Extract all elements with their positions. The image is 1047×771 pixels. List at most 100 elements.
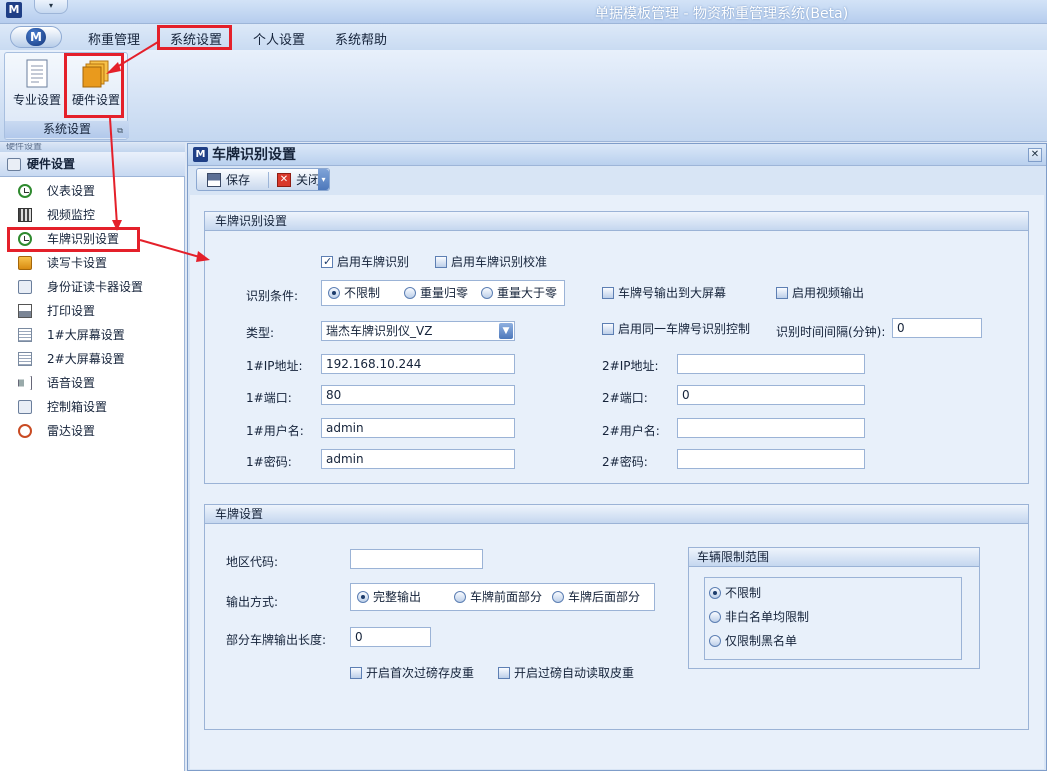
- limit-radio-blacklist[interactable]: 仅限制黑名单: [709, 635, 797, 648]
- first-tare-label: 开启首次过磅存皮重: [366, 666, 475, 680]
- dialog-title-bar: M 车牌识别设置 ✕: [188, 144, 1046, 166]
- same-plate-checkbox[interactable]: 启用同一车牌号识别控制: [602, 323, 750, 336]
- limit-radio-whitelist[interactable]: 非白名单均限制: [709, 611, 809, 624]
- interval-input[interactable]: [892, 318, 982, 338]
- radio-selected: [357, 591, 369, 603]
- condition-label-1: 重量归零: [420, 286, 469, 300]
- port2-label: 2#端口:: [602, 391, 648, 405]
- enable-calibration-checkbox[interactable]: 启用车牌识别校准: [435, 256, 547, 269]
- sidebar-item-voice[interactable]: 语音设置: [0, 372, 185, 394]
- sidebar-item-id-reader[interactable]: 身份证读卡器设置: [0, 276, 185, 298]
- checkbox-unchecked: [435, 256, 447, 268]
- sidebar-header: 硬件设置: [0, 152, 185, 177]
- menu-weighing[interactable]: 称重管理: [88, 29, 140, 48]
- output-radio-back[interactable]: 车牌后面部分: [552, 591, 640, 604]
- type-label: 类型:: [246, 326, 275, 340]
- ip2-input[interactable]: [677, 354, 865, 374]
- user2-input[interactable]: [677, 418, 865, 438]
- radio-unselected: [481, 287, 493, 299]
- sidebar-item-video[interactable]: 视频监控: [0, 204, 185, 226]
- gauge-icon: [18, 184, 32, 198]
- type-select[interactable]: 瑞杰车牌识别仪_VZ ▼: [321, 321, 515, 341]
- menu-system-help[interactable]: 系统帮助: [335, 29, 387, 48]
- output-radio-front[interactable]: 车牌前面部分: [454, 591, 542, 604]
- output-radio-full[interactable]: 完整输出: [357, 591, 421, 604]
- app-logo-icon[interactable]: M: [6, 2, 22, 18]
- limit-label-2: 仅限制黑名单: [725, 634, 798, 648]
- checkbox-unchecked: [498, 667, 510, 679]
- ribbon: 专业设置 硬件设置 系统设置 ⧉: [0, 50, 1047, 142]
- dialog-toolbar: 保存 ✕ 关闭 ▾: [196, 168, 330, 191]
- radio-unselected: [404, 287, 416, 299]
- highlight-system-settings: [157, 25, 232, 50]
- user1-input[interactable]: [321, 418, 515, 438]
- close-label: 关闭: [296, 173, 321, 187]
- interval-label: 识别时间间隔(分钟):: [776, 325, 886, 339]
- sidebar-item-control-box[interactable]: 控制箱设置: [0, 396, 185, 418]
- sidebar-item-screen-1[interactable]: 1#大屏幕设置: [0, 324, 185, 346]
- recognition-group-title: 车牌识别设置: [205, 212, 1028, 231]
- auto-tare-label: 开启过磅自动读取皮重: [514, 666, 635, 680]
- first-tare-checkbox[interactable]: 开启首次过磅存皮重: [350, 667, 474, 680]
- region-label: 地区代码:: [226, 555, 279, 569]
- condition-radio-unlimited[interactable]: 不限制: [328, 287, 380, 300]
- sidebar-item-card[interactable]: 读写卡设置: [0, 252, 185, 274]
- limit-radio-none[interactable]: 不限制: [709, 587, 761, 600]
- sidebar-item-label: 视频监控: [47, 208, 96, 222]
- enable-recognition-label: 启用车牌识别: [337, 255, 410, 269]
- hardware-search-icon: [7, 158, 21, 171]
- radio-unselected: [709, 611, 721, 623]
- output-mode-radio-group: 完整输出 车牌前面部分 车牌后面部分: [350, 583, 655, 611]
- pwd2-input[interactable]: [677, 449, 865, 469]
- checkbox-unchecked: [776, 287, 788, 299]
- sidebar-item-radar[interactable]: 雷达设置: [0, 420, 185, 442]
- save-icon: [207, 173, 221, 187]
- ip1-input[interactable]: [321, 354, 515, 374]
- condition-radio-zero[interactable]: 重量归零: [404, 287, 468, 300]
- checkbox-unchecked: [602, 323, 614, 335]
- radio-selected: [709, 587, 721, 599]
- dialog-launcher-icon[interactable]: ⧉: [117, 126, 123, 136]
- plate-group: 车牌设置 地区代码: 输出方式: 完整输出 车牌前面部分 车牌后面部分 部分车牌…: [204, 504, 1029, 730]
- app-menu-button[interactable]: M: [10, 26, 62, 48]
- condition-label: 识别条件:: [246, 289, 299, 303]
- save-label: 保存: [226, 173, 251, 187]
- pwd1-input[interactable]: [321, 449, 515, 469]
- output-label-0: 完整输出: [373, 590, 422, 604]
- video-output-checkbox[interactable]: 启用视频输出: [776, 287, 864, 300]
- sidebar-item-label: 读写卡设置: [47, 256, 108, 270]
- limit-label-0: 不限制: [725, 586, 762, 600]
- search-icon: [18, 280, 32, 294]
- dialog-close-icon[interactable]: ✕: [1028, 148, 1042, 162]
- port1-input[interactable]: [321, 385, 515, 405]
- speaker-icon: [18, 376, 32, 390]
- port2-input[interactable]: [677, 385, 865, 405]
- toolbar-more-button[interactable]: ▾: [318, 169, 329, 190]
- radio-unselected: [709, 635, 721, 647]
- sidebar-item-print[interactable]: 打印设置: [0, 300, 185, 322]
- region-input[interactable]: [350, 549, 483, 569]
- sidebar-tab[interactable]: 硬件设置: [0, 143, 185, 152]
- menu-personal-settings[interactable]: 个人设置: [253, 29, 305, 48]
- vehicle-limit-group: 车辆限制范围 不限制 非白名单均限制 仅限制黑名单: [688, 547, 980, 669]
- output-screen-checkbox[interactable]: 车牌号输出到大屏幕: [602, 287, 726, 300]
- plate-group-title: 车牌设置: [205, 505, 1028, 524]
- save-button[interactable]: 保存: [207, 172, 250, 188]
- enable-recognition-checkbox[interactable]: 启用车牌识别: [321, 255, 410, 269]
- window-title: 单据模板管理 - 物资称重管理系统(Beta): [595, 6, 849, 22]
- sidebar-item-label: 语音设置: [47, 376, 96, 390]
- sidebar-item-label: 2#大屏幕设置: [47, 352, 125, 366]
- condition-radio-above-zero[interactable]: 重量大于零: [481, 287, 557, 300]
- close-button[interactable]: ✕ 关闭: [277, 172, 320, 188]
- auto-tare-checkbox[interactable]: 开启过磅自动读取皮重: [498, 667, 634, 680]
- ribbon-group-label: 系统设置: [5, 121, 129, 138]
- sidebar-item-screen-2[interactable]: 2#大屏幕设置: [0, 348, 185, 370]
- professional-settings-button[interactable]: 专业设置: [9, 59, 65, 108]
- printer-icon: [18, 304, 32, 318]
- sidebar-item-meter[interactable]: 仪表设置: [0, 180, 185, 202]
- partial-length-input[interactable]: [350, 627, 431, 647]
- enable-calibration-label: 启用车牌识别校准: [451, 255, 548, 269]
- quick-access-dropdown[interactable]: ▾: [34, 0, 68, 14]
- recognition-group: 车牌识别设置 启用车牌识别 启用车牌识别校准 识别条件: 不限制 重量归零 重量…: [204, 211, 1029, 484]
- toolbar-separator: [268, 172, 269, 188]
